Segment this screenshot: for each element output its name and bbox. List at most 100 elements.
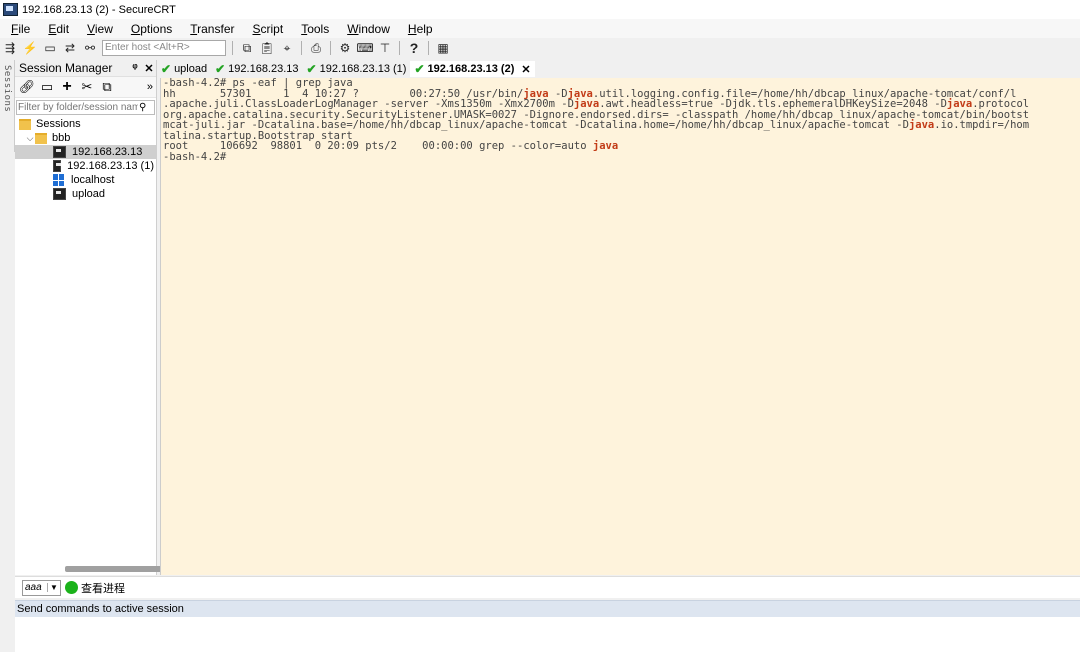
tab-label: 192.168.23.13 <box>228 63 299 75</box>
toolbar-divider <box>330 41 331 55</box>
sftp-icon[interactable]: ⊤ <box>377 40 393 56</box>
chevron-down-icon[interactable]: ▼ <box>47 583 60 592</box>
menu-transfer[interactable]: Transfer <box>179 22 241 36</box>
menu-file[interactable]: File <box>0 22 37 36</box>
tab-upload[interactable]: ✔ upload <box>157 61 211 77</box>
menu-view[interactable]: View <box>76 22 120 36</box>
title-bar: 192.168.23.13 (2) - SecureCRT <box>0 0 1080 19</box>
overflow-chevron-icon[interactable]: » <box>147 81 153 93</box>
new-window-icon[interactable]: ▭ <box>39 79 55 95</box>
status-dot-icon[interactable] <box>65 581 78 594</box>
cut-icon[interactable]: ✂ <box>79 79 95 95</box>
menu-window[interactable]: Window <box>336 22 397 36</box>
link-icon[interactable]: 🔗︎ <box>19 79 36 95</box>
highlighted-match: java <box>523 87 549 100</box>
folder-icon <box>35 132 47 144</box>
menu-options[interactable]: Options <box>120 22 179 36</box>
print-icon[interactable]: ⎙ <box>308 40 324 56</box>
tab-label: upload <box>174 63 208 75</box>
session-manager-title: Session Manager <box>19 61 113 75</box>
session-item-label: upload <box>72 188 106 200</box>
menu-edit[interactable]: Edit <box>37 22 76 36</box>
copy-icon[interactable]: ⧉ <box>239 40 255 56</box>
session-manager-header: Session Manager ᵠ ✕ <box>15 60 156 77</box>
connected-check-icon: ✔ <box>414 62 425 76</box>
tree-folder-label: bbb <box>52 132 71 144</box>
tab-192-168-23-13-2[interactable]: ✔ 192.168.23.13 (2) ✕ <box>410 61 535 77</box>
tree-root-label: Sessions <box>36 118 81 130</box>
button-bar-select[interactable]: aaa ▼ <box>22 579 61 596</box>
terminal-output: -bash-4.2# ps -eaf | grep java hh 57301 … <box>163 78 1030 163</box>
search-icon[interactable]: ⚲ <box>139 102 151 113</box>
disconnect-icon[interactable]: ⚯ <box>82 40 98 56</box>
window-title: 192.168.23.13 (2) - SecureCRT <box>22 3 176 16</box>
monitor-icon <box>53 146 66 158</box>
menu-help[interactable]: Help <box>397 22 440 36</box>
close-icon[interactable]: ✕ <box>142 62 156 75</box>
horizontal-scrollbar[interactable] <box>65 566 167 572</box>
toolbar: ⇶ ⚡ ▭ ⇄ ⚯ ⧉ 📋︎ ⌖ ⎙ ⚙ ⌨ ⊤ ? ▦ <box>0 38 1080 58</box>
connected-check-icon: ✔ <box>161 62 172 76</box>
connected-check-icon: ✔ <box>215 62 226 76</box>
connected-check-icon: ✔ <box>306 62 317 76</box>
menu-bar: File Edit View Options Transfer Script T… <box>0 19 1080 38</box>
close-tab-icon[interactable]: ✕ <box>521 63 530 76</box>
menu-tools[interactable]: Tools <box>290 22 336 36</box>
session-tree: Sessions ⌵ bbb 192.168.23.13 192.168.23.… <box>15 117 156 201</box>
folder-icon <box>19 118 31 130</box>
send-commands-input[interactable] <box>15 617 1080 652</box>
securecrt-app-icon <box>3 3 18 16</box>
active-sessions-strip[interactable]: Active Sessions <box>0 60 22 152</box>
session-item[interactable]: upload <box>15 187 156 201</box>
quick-connect-icon[interactable]: ⚡ <box>22 40 38 56</box>
session-item-label: 192.168.23.13 (1) <box>67 160 154 172</box>
help-icon[interactable]: ? <box>406 40 422 56</box>
session-item[interactable]: 192.168.23.13 (1) <box>15 159 156 173</box>
toolbar-divider <box>301 41 302 55</box>
highlighted-match: java <box>592 140 619 152</box>
add-session-icon[interactable]: + <box>59 78 75 95</box>
menu-script[interactable]: Script <box>242 22 291 36</box>
session-manager-panel: Session Manager ᵠ ✕ 🔗︎ ▭ + ✂ ⧉ » ⚲ Sessi… <box>15 60 167 575</box>
session-manager-toolbar: 🔗︎ ▭ + ✂ ⧉ » <box>15 77 156 98</box>
tree-folder-bbb[interactable]: ⌵ bbb <box>15 131 156 145</box>
highlighted-match: java <box>908 119 935 131</box>
tree-root-sessions[interactable]: Sessions <box>15 117 156 131</box>
tab-192-168-23-13[interactable]: ✔ 192.168.23.13 <box>211 61 302 77</box>
session-item[interactable]: localhost <box>15 173 156 187</box>
tab-label: 192.168.23.13 (2) <box>427 63 515 75</box>
highlighted-match: java <box>946 98 973 110</box>
keymap-icon[interactable]: ⌨ <box>356 40 373 56</box>
copy-session-icon[interactable]: ⧉ <box>99 79 115 95</box>
button-bar-select-value: aaa <box>25 582 42 593</box>
reconnect-icon[interactable]: ⇄ <box>62 40 78 56</box>
view-process-button[interactable]: 查看进程 <box>81 580 125 596</box>
session-item-label: 192.168.23.13 <box>72 146 143 158</box>
monitor-icon <box>53 188 66 200</box>
connect-shell-icon[interactable]: ▭ <box>42 40 58 56</box>
command-button-bar: aaa ▼ 查看进程 <box>15 576 1080 598</box>
terminal-view[interactable]: -bash-4.2# ps -eaf | grep java hh 57301 … <box>160 78 1080 575</box>
toolbar-divider <box>428 41 429 55</box>
session-item-label: localhost <box>71 174 115 186</box>
about-icon[interactable]: ▦ <box>435 40 451 56</box>
windows-icon <box>53 174 65 186</box>
tab-label: 192.168.23.13 (1) <box>319 63 407 75</box>
send-commands-header: Send commands to active session <box>15 600 1080 617</box>
connect-in-tab-icon[interactable]: ⇶ <box>2 40 18 56</box>
session-filter: ⚲ <box>16 100 155 115</box>
tab-192-168-23-13-1[interactable]: ✔ 192.168.23.13 (1) <box>303 61 411 77</box>
session-filter-input[interactable] <box>17 101 139 114</box>
find-icon[interactable]: ⌖ <box>279 40 295 56</box>
session-item[interactable]: 192.168.23.13 <box>15 145 156 159</box>
toolbar-divider <box>399 41 400 55</box>
chevron-down-icon[interactable]: ⌵ <box>25 133 35 144</box>
highlighted-match: java <box>573 98 600 110</box>
session-tabs: ✔ upload ✔ 192.168.23.13 ✔ 192.168.23.13… <box>157 60 1080 78</box>
pin-icon[interactable]: ᵠ <box>128 62 142 74</box>
toolbar-divider <box>232 41 233 55</box>
monitor-icon <box>53 160 62 172</box>
enter-host-input[interactable] <box>102 40 226 56</box>
paste-icon[interactable]: 📋︎ <box>259 40 275 56</box>
settings-gear-icon[interactable]: ⚙ <box>337 40 353 56</box>
